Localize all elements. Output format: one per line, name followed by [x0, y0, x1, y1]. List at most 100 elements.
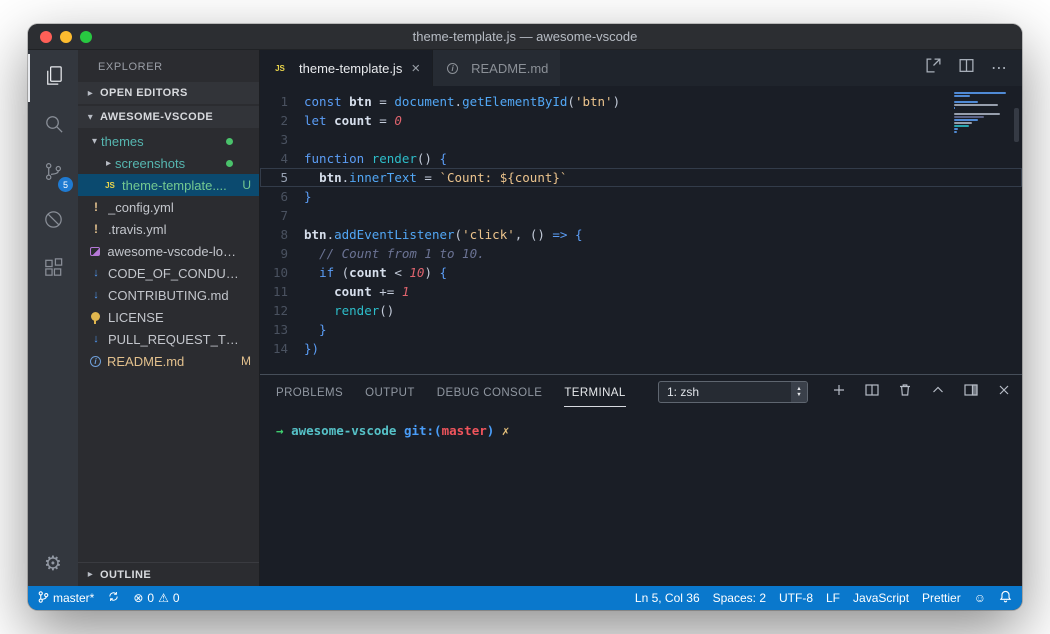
code-line-5[interactable]: 5 btn.innerText = `Count: ${count}`	[260, 168, 1022, 187]
code-editor[interactable]: 1const btn = document.getElementById('bt…	[260, 86, 1022, 374]
debug-activity-button[interactable]	[28, 198, 78, 246]
tree-item-awesome-vscode-logo[interactable]: awesome-vscode-logo...	[78, 240, 259, 262]
tree-item-readme-md[interactable]: iREADME.mdM	[78, 350, 259, 372]
eol-status[interactable]: LF	[826, 591, 840, 605]
code-line-1[interactable]: 1const btn = document.getElementById('bt…	[260, 92, 1022, 111]
titlebar[interactable]: theme-template.js — awesome-vscode	[28, 24, 1022, 50]
panel-tab-output[interactable]: OUTPUT	[365, 378, 415, 406]
file-tree: ▾themes▸screenshotsJStheme-template....U…	[78, 128, 259, 372]
license-file-icon	[91, 312, 100, 321]
chevron-down-icon: ▾	[84, 112, 97, 123]
explorer-activity-button[interactable]	[28, 54, 78, 102]
split-editor-icon[interactable]	[958, 57, 975, 79]
markdown-file-icon: ↓	[88, 289, 104, 301]
extensions-activity-button[interactable]	[28, 246, 78, 294]
sync-icon	[107, 590, 120, 606]
code-line-11[interactable]: 11 count += 1	[260, 282, 1022, 301]
file-name: _config.yml	[108, 200, 174, 215]
code-text: btn.innerText = `Count: ${count}`	[304, 168, 567, 187]
tree-item-screenshots[interactable]: ▸screenshots	[78, 152, 259, 174]
git-branch-status[interactable]: master*	[38, 590, 94, 607]
code-line-2[interactable]: 2let count = 0	[260, 111, 1022, 130]
code-line-9[interactable]: 9 // Count from 1 to 10.	[260, 244, 1022, 263]
tree-item-code-of-conduct[interactable]: ↓ CODE_OF_CONDUCT....	[78, 262, 259, 284]
indentation-status[interactable]: Spaces: 2	[713, 591, 766, 605]
code-line-4[interactable]: 4function render() {	[260, 149, 1022, 168]
branch-name: master*	[53, 591, 94, 605]
source-control-activity-button[interactable]: 5	[28, 150, 78, 198]
toggle-panel-layout-icon[interactable]	[963, 382, 979, 403]
error-count: 0	[147, 591, 154, 605]
panel-tab-debug-console[interactable]: DEBUG CONSOLE	[437, 378, 543, 406]
markdown-file-icon: ↓	[88, 267, 104, 279]
language-mode-status[interactable]: JavaScript	[853, 591, 909, 605]
code-line-12[interactable]: 12 render()	[260, 301, 1022, 320]
open-changes-icon[interactable]	[925, 57, 942, 79]
files-icon	[42, 64, 65, 92]
yaml-file-icon: !	[88, 222, 104, 236]
panel-tab-terminal[interactable]: TERMINAL	[564, 378, 625, 407]
search-activity-button[interactable]	[28, 102, 78, 150]
tree-item-travis-yml[interactable]: !.travis.yml	[78, 218, 259, 240]
open-editors-header[interactable]: ▸ OPEN EDITORS	[78, 82, 259, 104]
sidebar-explorer: EXPLORER ▸ OPEN EDITORS ▾ AWESOME-VSCODE…	[78, 50, 260, 586]
code-line-10[interactable]: 10 if (count < 10) {	[260, 263, 1022, 282]
zoom-window-button[interactable]	[80, 31, 92, 43]
cursor-position-status[interactable]: Ln 5, Col 36	[635, 591, 700, 605]
notifications-bell-button[interactable]	[999, 590, 1012, 606]
panel-actions: 1: zsh ▲▼	[658, 381, 1012, 403]
editor-scrollbar[interactable]	[1014, 108, 1019, 142]
tree-item-contributing-md[interactable]: ↓CONTRIBUTING.md	[78, 284, 259, 306]
file-name: CODE_OF_CONDUCT....	[108, 266, 239, 281]
git-changes-dot	[226, 138, 233, 145]
settings-gear-button[interactable]: ⚙	[44, 551, 62, 576]
terminal-shell-select[interactable]: 1: zsh ▲▼	[658, 381, 808, 403]
code-line-13[interactable]: 13 }	[260, 320, 1022, 339]
minimap[interactable]	[954, 92, 1006, 133]
encoding-status[interactable]: UTF-8	[779, 591, 813, 605]
line-number: 10	[260, 263, 304, 282]
file-name: PULL_REQUEST_TEMP...	[108, 332, 239, 347]
line-number: 11	[260, 282, 304, 301]
line-number: 6	[260, 187, 304, 206]
shell-select-value: 1: zsh	[667, 385, 699, 399]
sync-changes-button[interactable]	[107, 590, 120, 606]
line-number: 7	[260, 206, 304, 225]
workspace-root-header[interactable]: ▾ AWESOME-VSCODE	[78, 106, 259, 128]
line-number: 14	[260, 339, 304, 358]
tab-label: README.md	[471, 61, 548, 76]
more-actions-icon[interactable]: ⋯	[991, 58, 1008, 78]
tab-theme-template-js[interactable]: JS theme-template.js ×	[260, 50, 432, 86]
panel-tab-problems[interactable]: PROBLEMS	[276, 378, 343, 406]
code-line-3[interactable]: 3	[260, 130, 1022, 149]
kill-terminal-trash-icon[interactable]	[897, 382, 913, 403]
file-name: README.md	[107, 354, 184, 369]
problems-status[interactable]: ⊗ 0 ⚠ 0	[133, 591, 179, 605]
tree-item-config-yml[interactable]: !_config.yml	[78, 196, 259, 218]
formatter-status[interactable]: Prettier	[922, 591, 961, 605]
code-text: count += 1	[304, 282, 409, 301]
tree-item-license[interactable]: LICENSE	[78, 306, 259, 328]
terminal[interactable]: → awesome-vscode git:(master) ✗	[260, 409, 1022, 586]
split-terminal-icon[interactable]	[864, 382, 880, 403]
close-tab-icon[interactable]: ×	[411, 61, 420, 76]
tab-readme-md[interactable]: i README.md	[432, 50, 560, 86]
close-panel-icon[interactable]	[996, 382, 1012, 403]
code-line-8[interactable]: 8btn.addEventListener('click', () => {	[260, 225, 1022, 244]
tab-bar: JS theme-template.js × i README.md	[260, 50, 1022, 86]
code-line-6[interactable]: 6}	[260, 187, 1022, 206]
new-terminal-icon[interactable]	[831, 382, 847, 403]
feedback-smiley-button[interactable]: ☺	[974, 591, 986, 605]
tree-item-themes[interactable]: ▾themes	[78, 130, 259, 152]
outline-header[interactable]: ▸ OUTLINE	[78, 562, 259, 586]
tree-item-pull-request-temp[interactable]: ↓PULL_REQUEST_TEMP...	[78, 328, 259, 350]
tree-item-theme-template[interactable]: JStheme-template....U	[78, 174, 259, 196]
maximize-panel-chevron-icon[interactable]	[930, 382, 946, 403]
editor-group: JS theme-template.js × i README.md	[260, 50, 1022, 586]
panel-header: PROBLEMS OUTPUT DEBUG CONSOLE TERMINAL 1…	[260, 375, 1022, 409]
code-line-14[interactable]: 14})	[260, 339, 1022, 358]
line-number: 2	[260, 111, 304, 130]
minimize-window-button[interactable]	[60, 31, 72, 43]
code-line-7[interactable]: 7	[260, 206, 1022, 225]
close-window-button[interactable]	[40, 31, 52, 43]
